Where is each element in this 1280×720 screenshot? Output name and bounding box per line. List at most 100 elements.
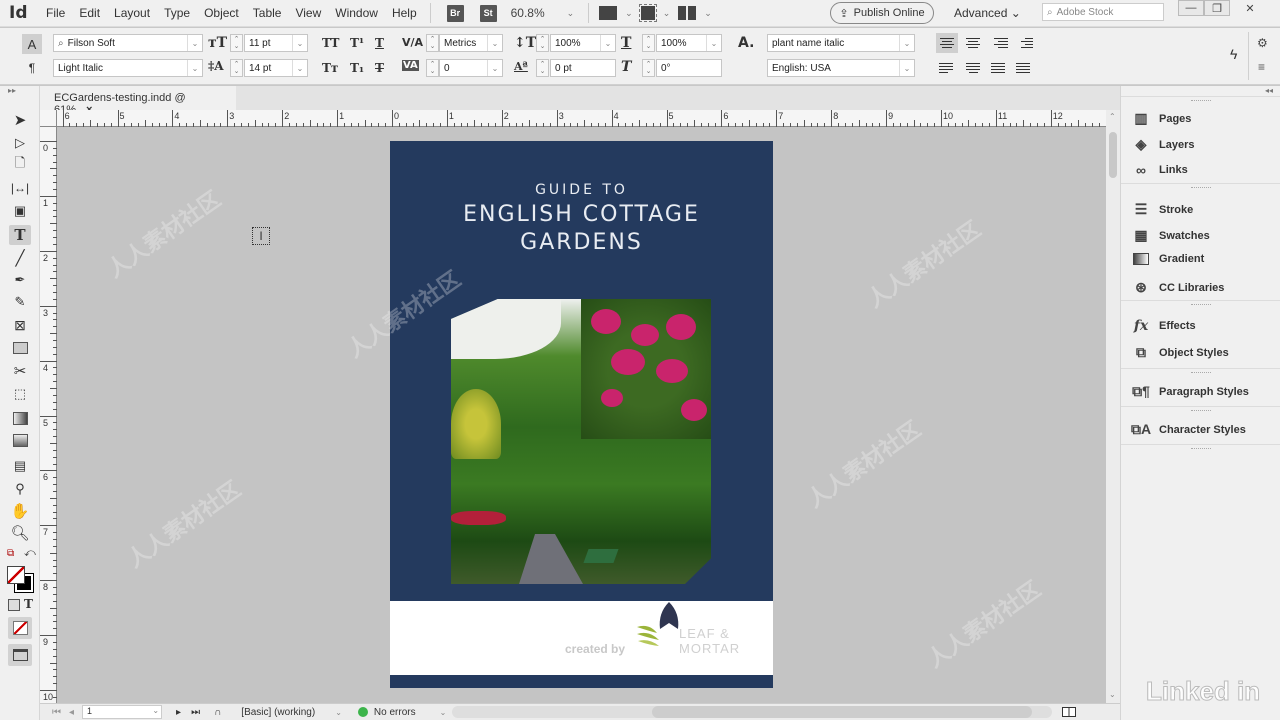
- leading-field[interactable]: 14 pt ⌄: [244, 59, 308, 77]
- direct-selection-tool-icon[interactable]: ▷: [9, 133, 31, 153]
- character-style-field[interactable]: plant name italic ⌄: [767, 34, 915, 52]
- panel-layers[interactable]: ◈ Layers: [1131, 136, 1195, 153]
- vertical-scrollbar[interactable]: ⌃ ⌄: [1106, 110, 1120, 703]
- chevron-down-icon[interactable]: ⌄: [663, 8, 671, 19]
- rectangle-tool-icon[interactable]: [9, 338, 31, 358]
- note-tool-icon[interactable]: ▤: [9, 456, 31, 476]
- screen-mode-button[interactable]: [8, 644, 32, 666]
- view-options-icon[interactable]: [599, 6, 618, 20]
- gap-tool-icon[interactable]: |↔|: [9, 178, 31, 198]
- small-caps-icon[interactable]: Tт: [322, 61, 338, 75]
- chevron-down-icon[interactable]: ⌄: [187, 60, 202, 76]
- panel-cc-libraries[interactable]: ⊛ CC Libraries: [1131, 279, 1224, 296]
- chevron-down-icon[interactable]: ⌄: [706, 35, 721, 51]
- hand-tool-icon[interactable]: ✋: [9, 501, 31, 521]
- workspace-switcher[interactable]: Advanced ⌄: [954, 6, 1021, 20]
- pasteboard[interactable]: I GUIDE TO ENGLISH COTTAGE GARDENS creat…: [57, 127, 1106, 703]
- first-page-icon[interactable]: ⏮: [52, 707, 61, 718]
- baseline-shift-field[interactable]: 0 pt: [550, 59, 616, 77]
- panel-grip[interactable]: [1121, 96, 1280, 104]
- panel-grip[interactable]: [1121, 300, 1280, 308]
- document-tab[interactable]: ECGardens-testing.indd @ 61%×: [40, 86, 236, 116]
- align-left-button[interactable]: [936, 33, 958, 53]
- collapse-panels-icon[interactable]: ◂◂: [1265, 86, 1273, 95]
- justify-left-button[interactable]: [936, 59, 956, 77]
- panel-paragraph-styles[interactable]: ⧉¶ Paragraph Styles: [1131, 383, 1249, 400]
- justify-center-button[interactable]: [963, 59, 983, 77]
- restore-button[interactable]: ❐: [1204, 0, 1230, 16]
- vertical-ruler[interactable]: 0 1 2 3 4 5 6 7 8 9 10: [40, 127, 57, 703]
- skew-stepper[interactable]: ⌃ ⌄: [642, 59, 655, 77]
- menu-window[interactable]: Window: [335, 6, 378, 20]
- rectangle-frame-tool-icon[interactable]: ⊠: [9, 315, 31, 335]
- subscript-icon[interactable]: T₁: [350, 61, 364, 75]
- chevron-down-icon[interactable]: ⌄: [625, 8, 633, 19]
- page-number-field[interactable]: 1 ⌄: [82, 705, 163, 719]
- justify-away-spine-button[interactable]: [1013, 59, 1033, 77]
- scroll-thumb[interactable]: [652, 706, 1033, 718]
- paragraph-controls-button[interactable]: ¶: [22, 59, 42, 77]
- fill-swatch[interactable]: [7, 566, 25, 584]
- panel-swatches[interactable]: ▦ Swatches: [1131, 227, 1209, 244]
- kerning-field[interactable]: Metrics ⌄: [439, 34, 503, 52]
- chevron-down-icon[interactable]: ⌄: [187, 35, 202, 51]
- scissors-tool-icon[interactable]: ✂: [9, 361, 31, 381]
- tracking-stepper[interactable]: ⌃ ⌄: [426, 59, 439, 77]
- zoom-dropdown-icon[interactable]: ⌄: [567, 8, 575, 19]
- apply-none-button[interactable]: [8, 617, 32, 639]
- type-tool-icon[interactable]: T: [9, 225, 31, 245]
- leading-stepper[interactable]: ⌃ ⌄: [230, 59, 243, 77]
- strikethrough-icon[interactable]: T: [375, 61, 384, 75]
- chevron-down-icon[interactable]: ⌄: [292, 60, 307, 76]
- line-tool-icon[interactable]: ╱: [9, 248, 31, 268]
- vertical-scale-stepper[interactable]: ⌃ ⌄: [536, 34, 549, 52]
- horizontal-scrollbar[interactable]: [452, 706, 1053, 718]
- menu-object[interactable]: Object: [204, 6, 239, 20]
- font-size-field[interactable]: 11 pt ⌄: [244, 34, 308, 52]
- default-fill-stroke-icon[interactable]: ⧉: [7, 548, 14, 559]
- publish-online-button[interactable]: ⇪ Publish Online: [830, 2, 934, 24]
- close-window-button[interactable]: ✕: [1230, 0, 1270, 16]
- page-tool-icon[interactable]: 🗋: [9, 155, 31, 175]
- scroll-down-icon[interactable]: ⌄: [1109, 690, 1116, 699]
- skew-field[interactable]: 0°: [656, 59, 722, 77]
- open-page-icon[interactable]: ∩: [214, 707, 221, 718]
- scroll-thumb[interactable]: [1109, 132, 1117, 178]
- menu-help[interactable]: Help: [392, 6, 417, 20]
- screen-mode-icon[interactable]: [638, 4, 657, 22]
- menu-file[interactable]: File: [46, 6, 65, 20]
- formatting-container-icon[interactable]: [8, 599, 20, 611]
- minimize-button[interactable]: —: [1178, 0, 1204, 16]
- chevron-down-icon[interactable]: ⌄: [899, 60, 914, 76]
- preflight-status[interactable]: No errors: [374, 707, 416, 718]
- bridge-button[interactable]: Br: [446, 4, 464, 22]
- content-collector-icon[interactable]: ▣: [9, 201, 31, 221]
- underline-icon[interactable]: T: [375, 36, 384, 50]
- horizontal-ruler[interactable]: 654321012345678910111213: [40, 110, 1118, 127]
- chevron-down-icon[interactable]: ⌄: [899, 35, 914, 51]
- chevron-down-icon[interactable]: ⌄: [152, 706, 159, 715]
- menu-table[interactable]: Table: [253, 6, 282, 20]
- eyedropper-tool-icon[interactable]: ⚲: [9, 479, 31, 499]
- character-controls-button[interactable]: A: [22, 34, 42, 54]
- font-family-field[interactable]: ⌕ Filson Soft ⌄: [53, 34, 203, 52]
- align-center-button[interactable]: [963, 34, 983, 52]
- document-page[interactable]: GUIDE TO ENGLISH COTTAGE GARDENS created…: [390, 141, 773, 688]
- all-caps-icon[interactable]: TT: [322, 36, 339, 50]
- ruler-origin[interactable]: [40, 110, 57, 127]
- arrange-documents-icon[interactable]: [678, 6, 697, 20]
- chevron-down-icon[interactable]: ⌄: [600, 35, 615, 51]
- cover-title-line1[interactable]: ENGLISH COTTAGE: [390, 202, 773, 227]
- preflight-profile[interactable]: [Basic] (working): [241, 707, 315, 718]
- split-view-icon[interactable]: [1062, 707, 1077, 717]
- zoom-level[interactable]: 60.8%: [511, 6, 561, 20]
- panel-grip[interactable]: [1121, 368, 1280, 376]
- next-page-icon[interactable]: ▸: [176, 707, 181, 718]
- panel-gradient[interactable]: Gradient: [1131, 253, 1204, 265]
- kerning-stepper[interactable]: ⌃ ⌄: [426, 34, 439, 52]
- panel-stroke[interactable]: ☰ Stroke: [1131, 201, 1194, 218]
- zoom-tool-icon[interactable]: 🔍︎: [9, 523, 31, 543]
- panel-links[interactable]: ∞ Links: [1131, 162, 1188, 178]
- cover-title-line2[interactable]: GARDENS: [390, 230, 773, 255]
- language-field[interactable]: English: USA ⌄: [767, 59, 915, 77]
